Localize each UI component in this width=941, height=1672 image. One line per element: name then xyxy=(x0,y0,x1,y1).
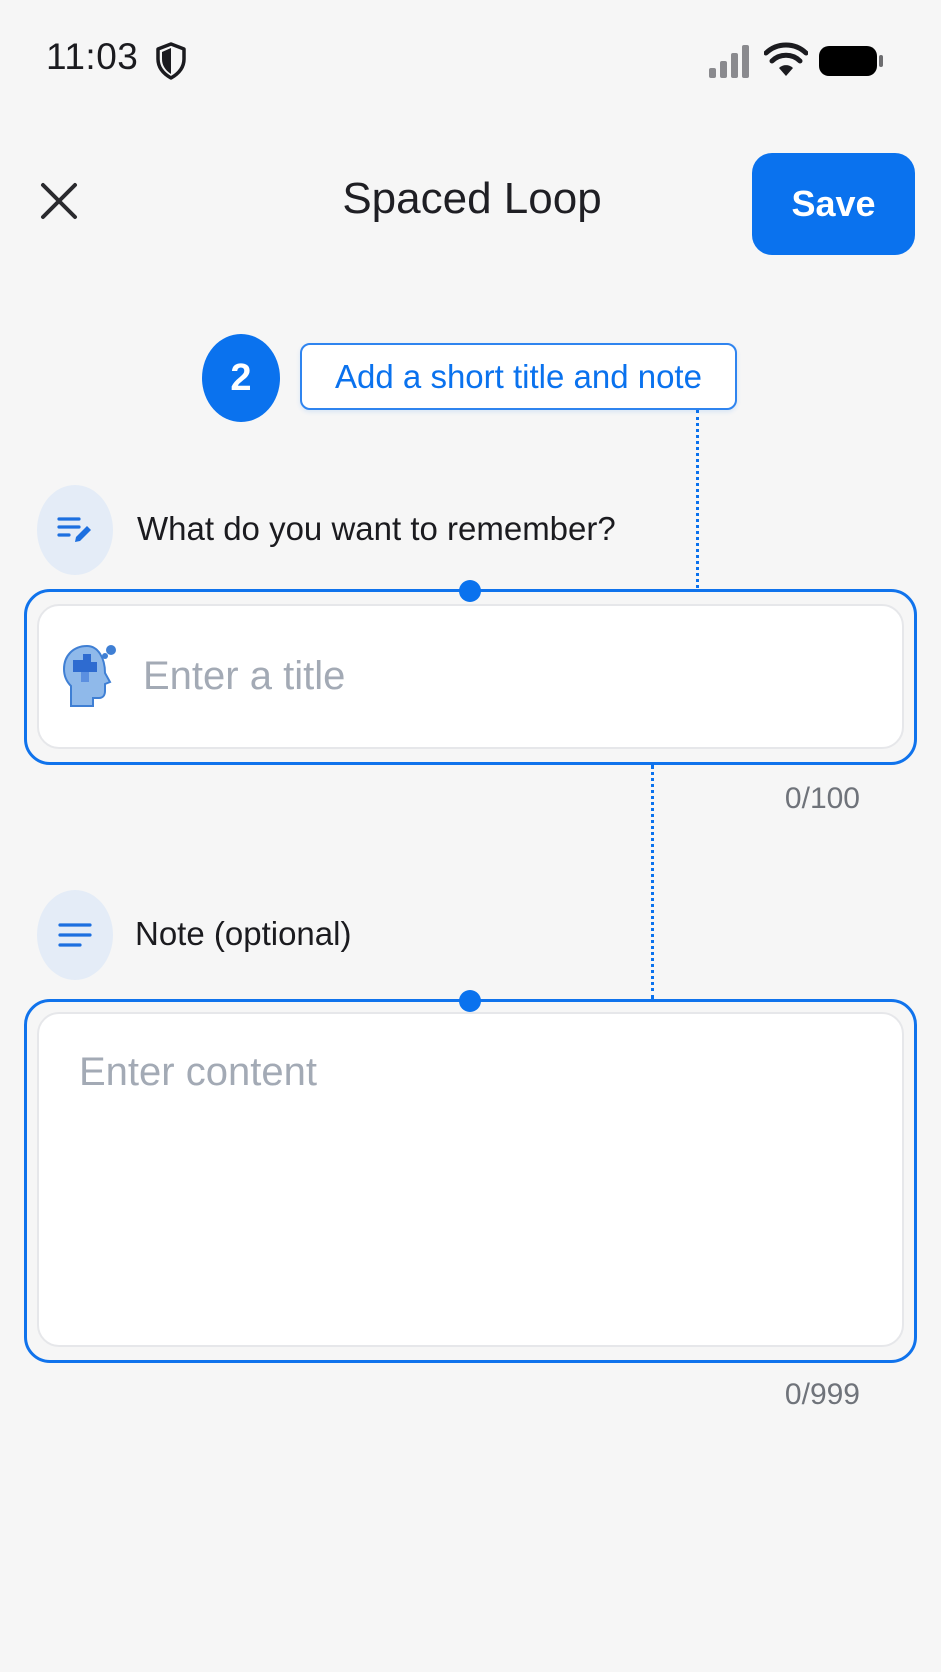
battery-icon xyxy=(819,46,883,76)
title-label-icon-badge xyxy=(37,485,113,575)
title-field-box xyxy=(37,604,904,749)
close-button[interactable] xyxy=(30,172,88,230)
brain-puzzle-icon xyxy=(62,644,116,707)
close-icon xyxy=(41,183,77,219)
title-field-label: What do you want to remember? xyxy=(137,510,616,547)
title-input[interactable] xyxy=(143,626,823,726)
step-tooltip: Add a short title and note xyxy=(300,343,737,410)
note-field-label: Note (optional) xyxy=(135,915,352,952)
shield-icon xyxy=(156,42,186,80)
field-connector-line xyxy=(651,765,654,999)
note-char-counter: 0/999 xyxy=(784,1378,860,1411)
text-lines-icon xyxy=(58,923,92,947)
save-button[interactable]: Save xyxy=(752,153,915,255)
edit-lines-icon xyxy=(57,517,91,542)
note-textarea[interactable] xyxy=(79,1050,879,1320)
page-title: Spaced Loop xyxy=(342,174,602,223)
note-field-frame xyxy=(24,999,917,1363)
note-field-handle[interactable] xyxy=(459,990,481,1012)
step-connector-line xyxy=(696,410,699,588)
title-field-handle[interactable] xyxy=(459,580,481,602)
title-field-frame xyxy=(24,589,917,765)
status-time: 11:03 xyxy=(46,36,139,77)
title-char-counter: 0/100 xyxy=(784,782,860,815)
note-field-box xyxy=(37,1012,904,1347)
wifi-icon xyxy=(764,42,808,76)
signal-icon xyxy=(709,45,749,78)
step-number-badge: 2 xyxy=(202,334,280,422)
note-label-icon-badge xyxy=(37,890,113,980)
